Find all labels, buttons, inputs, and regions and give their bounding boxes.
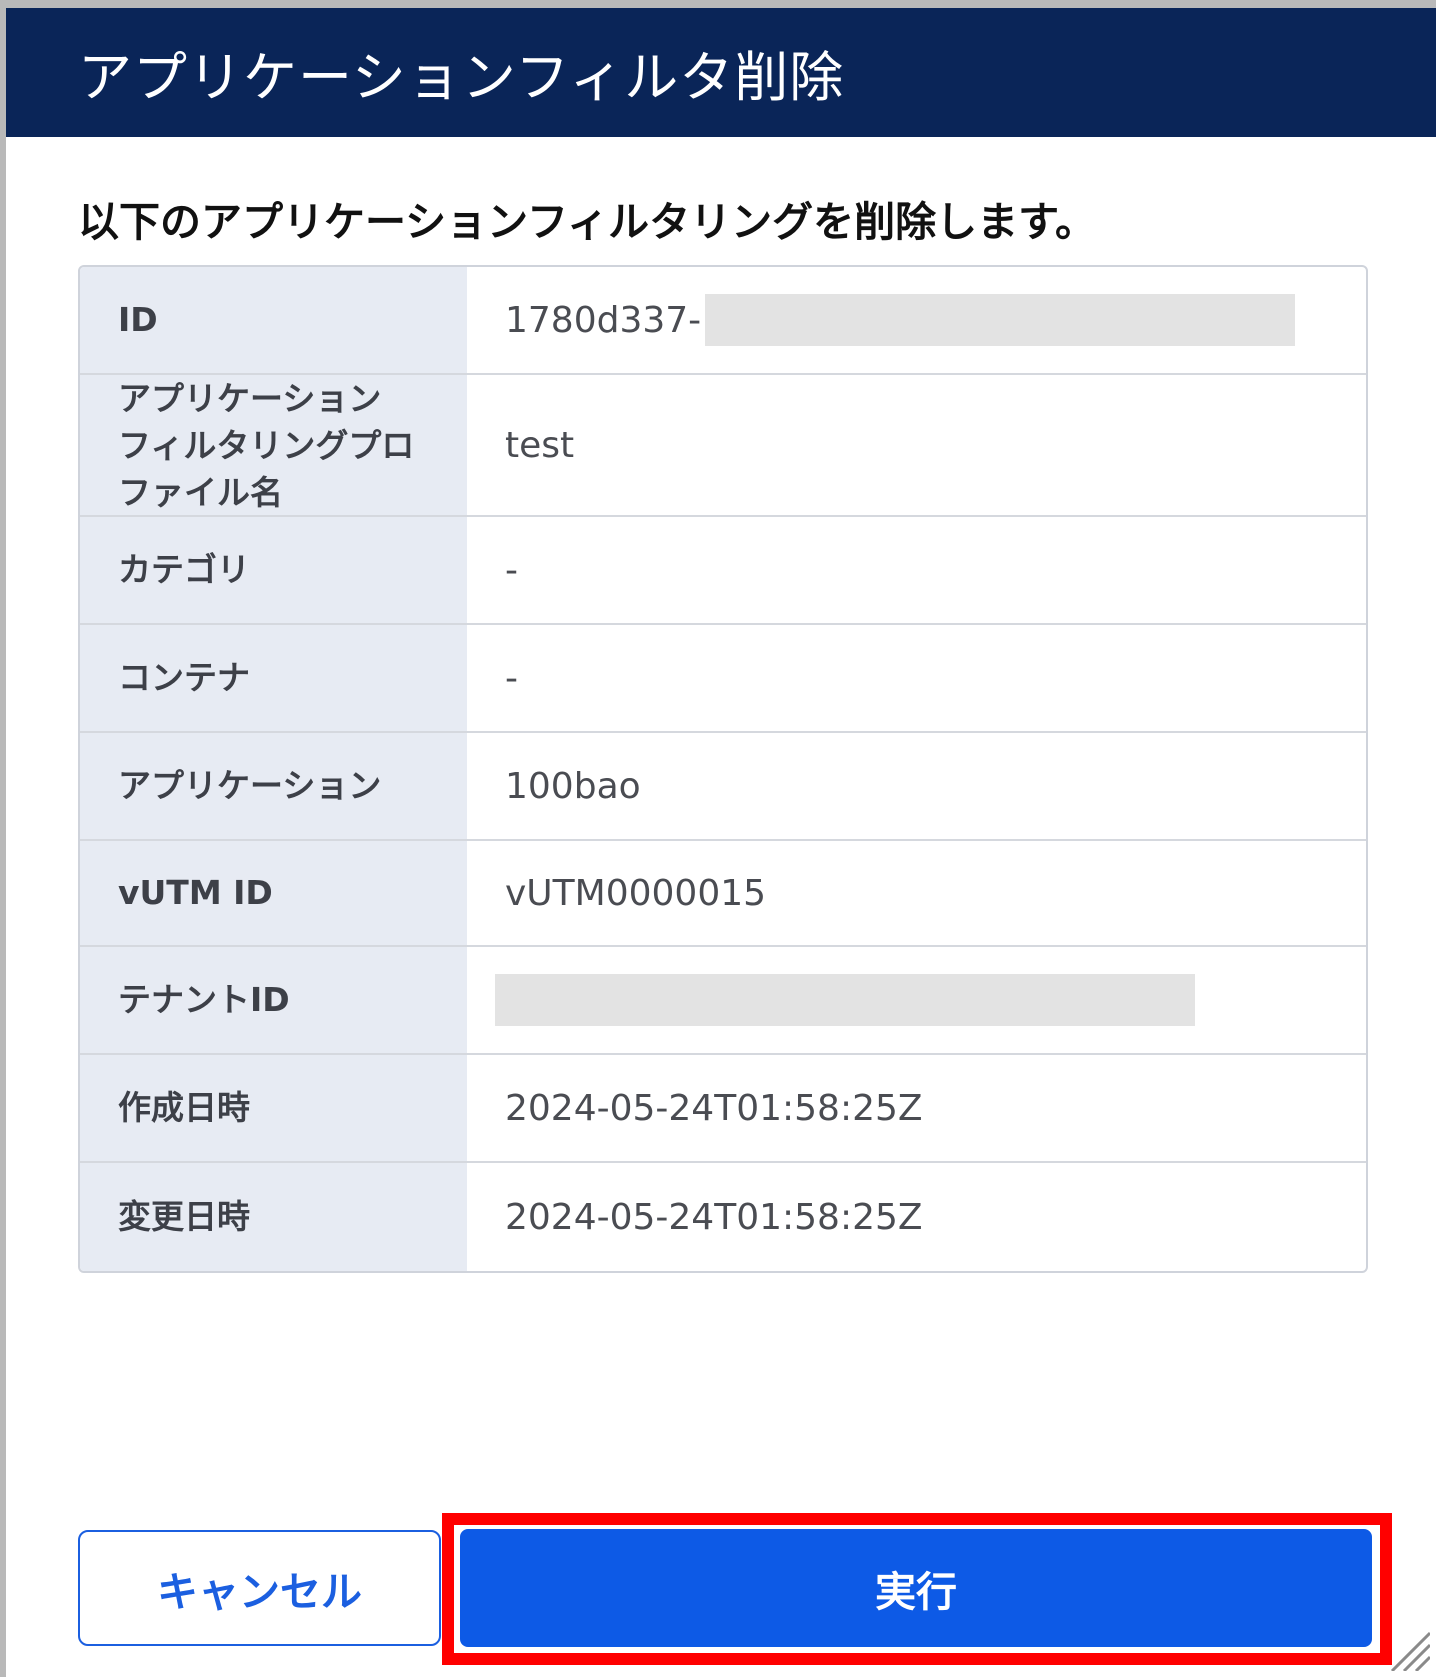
dialog-title: アプリケーションフィルタ削除 [78, 46, 845, 109]
detail-row-id: ID 1780d337- [80, 267, 1366, 375]
detail-label: アプリケーション フィルタリングプロ ファイル名 [80, 375, 467, 515]
detail-value: test [505, 424, 575, 466]
execute-button[interactable]: 実行 [460, 1529, 1372, 1647]
label-line: フィルタリングプロ [118, 425, 415, 465]
detail-value: - [505, 657, 518, 699]
detail-row-updated-at: 変更日時 2024-05-24T01:58:25Z [80, 1163, 1366, 1271]
detail-value: 2024-05-24T01:58:25Z [505, 1196, 923, 1238]
detail-value: 2024-05-24T01:58:25Z [505, 1087, 923, 1129]
detail-row-category: カテゴリ - [80, 517, 1366, 625]
detail-label: アプリケーション [80, 733, 467, 839]
detail-label: vUTM ID [80, 841, 467, 945]
detail-value: vUTM0000015 [505, 872, 767, 914]
detail-row-tenant-id: テナントID [80, 947, 1366, 1055]
label-line: アプリケーション [118, 378, 382, 418]
detail-row-created-at: 作成日時 2024-05-24T01:58:25Z [80, 1055, 1366, 1163]
detail-value: 100bao [505, 765, 641, 807]
dialog-header: アプリケーションフィルタ削除 [6, 8, 1436, 137]
detail-row-profile-name: アプリケーション フィルタリングプロ ファイル名 test [80, 375, 1366, 517]
label-line: ファイル名 [118, 472, 283, 512]
detail-label: カテゴリ [80, 517, 467, 623]
detail-row-vutm-id: vUTM ID vUTM0000015 [80, 841, 1366, 947]
delete-application-filter-dialog: アプリケーションフィルタ削除 以下のアプリケーションフィルタリングを削除します。… [6, 8, 1436, 1677]
detail-label: ID [80, 267, 467, 373]
detail-value [467, 947, 1366, 1053]
detail-row-container: コンテナ - [80, 625, 1366, 733]
redacted-block [705, 294, 1296, 346]
confirmation-message: 以下のアプリケーションフィルタリングを削除します。 [78, 198, 1097, 246]
detail-value: - [505, 549, 518, 591]
detail-label: 作成日時 [80, 1055, 467, 1161]
detail-label: 変更日時 [80, 1163, 467, 1271]
id-value: 1780d337- [505, 299, 702, 341]
resize-grip-icon[interactable] [1386, 1627, 1430, 1671]
redacted-block [495, 974, 1195, 1026]
detail-row-application: アプリケーション 100bao [80, 733, 1366, 841]
detail-label: テナントID [80, 947, 467, 1053]
details-table: ID 1780d337- アプリケーション フィルタリングプロ ファイル名 te… [78, 265, 1368, 1273]
cancel-button[interactable]: キャンセル [78, 1530, 441, 1646]
detail-label: コンテナ [80, 625, 467, 731]
detail-value: 1780d337- [467, 267, 1366, 373]
